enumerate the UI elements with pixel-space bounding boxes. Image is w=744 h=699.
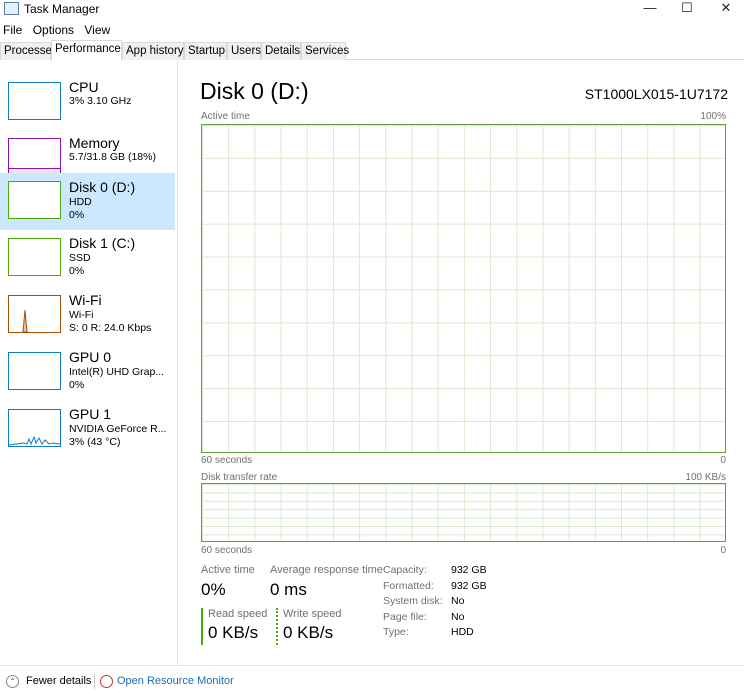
active-time-label: Active time xyxy=(201,564,255,576)
disk-properties: Capacity: Formatted: System disk: Page f… xyxy=(383,563,443,641)
sidebar-item-label: GPU 1 xyxy=(69,406,112,422)
write-speed-value: 0 KB/s xyxy=(283,623,334,642)
read-speed-label: Read speed xyxy=(208,608,268,620)
sidebar-item-label: Disk 1 (C:) xyxy=(69,235,136,251)
graph-time-span: 60 seconds xyxy=(201,545,253,556)
sidebar-item-detail: Wi-Fi xyxy=(69,309,94,321)
wifi-thumbnail-graph xyxy=(8,295,61,333)
sidebar-item-label: Wi-Fi xyxy=(69,292,102,308)
sidebar-item-value: 3% (43 °C) xyxy=(69,436,121,448)
graph-label: Disk transfer rate xyxy=(201,472,278,483)
sidebar-item-label: CPU xyxy=(69,79,99,95)
graph-time-span: 60 seconds xyxy=(201,455,253,466)
sidebar-item-detail: NVIDIA GeForce R... xyxy=(69,423,167,435)
sidebar-item-label: Memory xyxy=(69,135,120,151)
close-button[interactable]: ✕ xyxy=(708,0,744,18)
graph-min: 0 xyxy=(720,545,726,556)
sidebar-item-gpu-0[interactable]: GPU 0 Intel(R) UHD Grap... 0% xyxy=(0,346,175,403)
disk-property-values: 932 GB 932 GB No No HDD xyxy=(451,563,487,641)
sidebar-item-detail: 3% 3.10 GHz xyxy=(69,95,132,107)
sidebar: CPU 3% 3.10 GHz Memory 5.7/31.8 GB (18%)… xyxy=(0,60,178,665)
sidebar-item-cpu[interactable]: CPU 3% 3.10 GHz xyxy=(0,76,175,133)
disk1-thumbnail-graph xyxy=(8,238,61,276)
sidebar-item-label: Disk 0 (D:) xyxy=(69,179,136,195)
tab-services[interactable]: Services xyxy=(301,42,349,60)
title-bar: Task Manager — ☐ ✕ xyxy=(0,0,744,20)
sidebar-item-detail: SSD xyxy=(69,252,91,264)
gpu1-thumbnail-graph xyxy=(8,409,61,447)
tab-details[interactable]: Details xyxy=(261,42,301,60)
sidebar-item-disk-0[interactable]: Disk 0 (D:) HDD 0% xyxy=(0,173,175,230)
tab-startup[interactable]: Startup xyxy=(184,42,227,60)
page-file-label: Page file: xyxy=(383,610,427,623)
page-file-value: No xyxy=(451,610,465,623)
disk0-thumbnail-graph xyxy=(8,181,61,219)
tab-users[interactable]: Users xyxy=(227,42,261,60)
menu-view[interactable]: View xyxy=(81,21,114,37)
page-title: Disk 0 (D:) xyxy=(200,78,309,104)
response-time-label: Average response time xyxy=(270,564,383,576)
memory-thumbnail-graph xyxy=(8,138,61,176)
open-resource-monitor-link[interactable]: Open Resource Monitor xyxy=(117,675,234,687)
tab-processes[interactable]: Processes xyxy=(0,42,58,60)
write-speed-label: Write speed xyxy=(283,608,342,620)
fewer-details-button[interactable]: Fewer details xyxy=(26,675,91,687)
write-speed-indicator xyxy=(276,608,278,645)
type-label: Type: xyxy=(383,626,409,638)
capacity-value: 932 GB xyxy=(451,564,487,576)
sidebar-item-label: GPU 0 xyxy=(69,349,112,365)
menu-file[interactable]: File xyxy=(0,21,26,37)
formatted-label: Formatted: xyxy=(383,579,434,592)
sidebar-item-detail: 5.7/31.8 GB (18%) xyxy=(69,151,156,163)
maximize-button[interactable]: ☐ xyxy=(669,0,705,18)
tab-bar: Processes Performance App history Startu… xyxy=(0,40,744,61)
formatted-value: 932 GB xyxy=(451,579,487,592)
tab-performance[interactable]: Performance xyxy=(51,40,122,61)
response-time-value: 0 ms xyxy=(270,580,307,599)
footer-separator xyxy=(94,674,95,689)
graph-label: Active time xyxy=(201,111,250,122)
gpu0-thumbnail-graph xyxy=(8,352,61,390)
footer-divider xyxy=(0,665,744,666)
graph-min: 0 xyxy=(720,455,726,466)
resource-monitor-icon xyxy=(100,675,113,688)
sidebar-item-value: 0% xyxy=(69,209,85,221)
task-manager-icon xyxy=(4,2,19,15)
read-speed-indicator xyxy=(201,608,203,645)
sidebar-item-detail: HDD xyxy=(69,196,92,208)
menu-bar: File Options View xyxy=(0,21,114,39)
capacity-label: Capacity: xyxy=(383,564,427,576)
sidebar-item-value: 0% xyxy=(69,265,85,277)
window-title: Task Manager xyxy=(24,2,100,16)
minimize-button[interactable]: — xyxy=(632,0,668,18)
tab-app-history[interactable]: App history xyxy=(122,42,184,60)
graph-max: 100% xyxy=(700,111,726,122)
sidebar-item-wifi[interactable]: Wi-Fi Wi-Fi S: 0 R: 24.0 Kbps xyxy=(0,289,175,346)
sidebar-item-disk-1[interactable]: Disk 1 (C:) SSD 0% xyxy=(0,232,175,289)
transfer-rate-graph xyxy=(201,483,726,542)
menu-options[interactable]: Options xyxy=(30,21,78,37)
sidebar-item-detail: Intel(R) UHD Grap... xyxy=(69,366,165,378)
system-disk-label: System disk: xyxy=(383,595,443,607)
active-time-value: 0% xyxy=(201,580,226,599)
sidebar-item-value: S: 0 R: 24.0 Kbps xyxy=(69,322,152,334)
graph-max: 100 KB/s xyxy=(685,472,726,483)
sidebar-item-gpu-1[interactable]: GPU 1 NVIDIA GeForce R... 3% (43 °C) xyxy=(0,403,175,460)
system-disk-value: No xyxy=(451,595,465,607)
chevron-up-icon[interactable]: ⌃ xyxy=(6,675,19,688)
active-time-graph xyxy=(201,124,726,453)
sidebar-item-value: 0% xyxy=(69,379,85,391)
read-speed-value: 0 KB/s xyxy=(208,623,259,642)
type-value: HDD xyxy=(451,626,474,638)
cpu-thumbnail-graph xyxy=(8,82,61,120)
disk-model: ST1000LX015-1U7172 xyxy=(584,86,728,102)
